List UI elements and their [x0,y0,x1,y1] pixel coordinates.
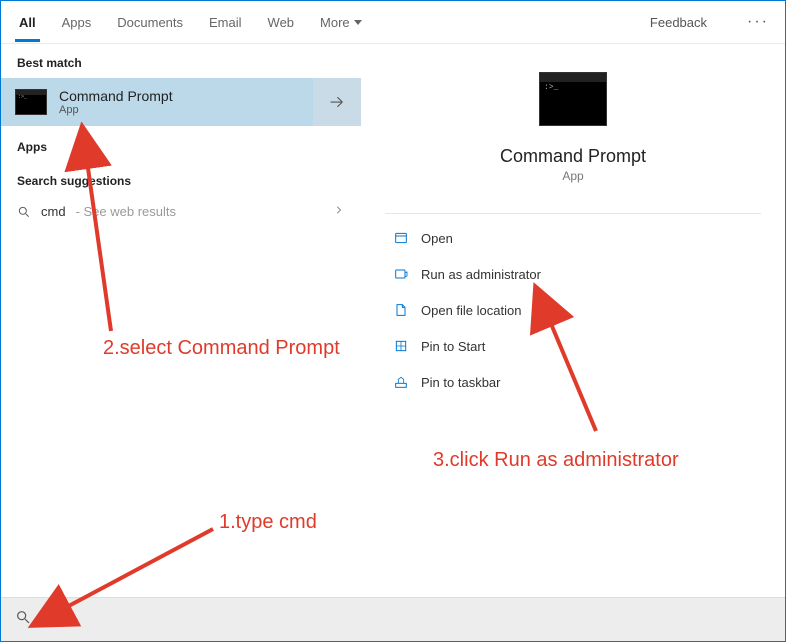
suggestion-query: cmd [41,204,66,219]
best-match-title: Command Prompt [59,88,173,104]
action-open-loc-label: Open file location [421,303,521,318]
best-match-subtitle: App [59,104,173,116]
search-bar[interactable] [1,597,785,641]
pin-taskbar-icon [393,374,409,390]
tab-more[interactable]: More [318,15,364,30]
action-pin-start-label: Pin to Start [421,339,485,354]
search-suggestion-item[interactable]: cmd - See web results [1,198,361,225]
command-prompt-large-icon [539,72,607,126]
action-pin-to-start[interactable]: Pin to Start [389,330,757,362]
open-icon [393,230,409,246]
preview-header: Command Prompt App [389,72,757,201]
preview-actions: Open Run as administrator Open file loca… [389,222,757,398]
tab-apps[interactable]: Apps [60,15,94,30]
tab-documents[interactable]: Documents [115,15,185,30]
content-split: Best match Command Prompt App Apps Searc… [1,43,785,597]
apps-heading: Apps [1,126,361,160]
tab-all[interactable]: All [17,15,38,30]
more-options-icon[interactable]: ··· [747,13,769,31]
best-match-heading: Best match [1,44,361,78]
action-open-file-location[interactable]: Open file location [389,294,757,326]
windows-search-panel: All Apps Documents Email Web More Feedba… [1,1,785,641]
pin-start-icon [393,338,409,354]
action-pin-taskbar-label: Pin to taskbar [421,375,501,390]
arrow-right-icon [328,93,346,111]
shield-icon [393,266,409,282]
search-input[interactable] [41,611,771,628]
preview-title: Command Prompt [500,146,646,167]
tab-web[interactable]: Web [266,15,297,30]
preview-column: Command Prompt App Open Run as administr… [361,44,785,597]
chevron-down-icon [354,20,362,25]
action-open[interactable]: Open [389,222,757,254]
results-column: Best match Command Prompt App Apps Searc… [1,44,361,597]
search-suggestions-heading: Search suggestions [1,160,361,198]
best-match-row[interactable]: Command Prompt App [1,78,361,126]
action-run-admin-label: Run as administrator [421,267,541,282]
divider [385,213,761,214]
preview-subtitle: App [562,169,583,183]
search-icon [17,205,31,219]
expand-arrow-button[interactable] [313,78,361,126]
chevron-right-icon [333,204,345,219]
action-pin-to-taskbar[interactable]: Pin to taskbar [389,366,757,398]
search-icon [15,609,31,630]
command-prompt-thumbnail-icon [15,89,47,115]
folder-icon [393,302,409,318]
tab-more-label: More [320,15,350,30]
action-run-as-administrator[interactable]: Run as administrator [389,258,757,290]
best-match-item[interactable]: Command Prompt App [1,78,313,126]
feedback-link[interactable]: Feedback [650,15,707,30]
tab-email[interactable]: Email [207,15,244,30]
best-match-titles: Command Prompt App [59,88,173,116]
action-open-label: Open [421,231,453,246]
filter-tabs: All Apps Documents Email Web More Feedba… [1,1,785,43]
suggestion-suffix: - See web results [76,204,176,219]
